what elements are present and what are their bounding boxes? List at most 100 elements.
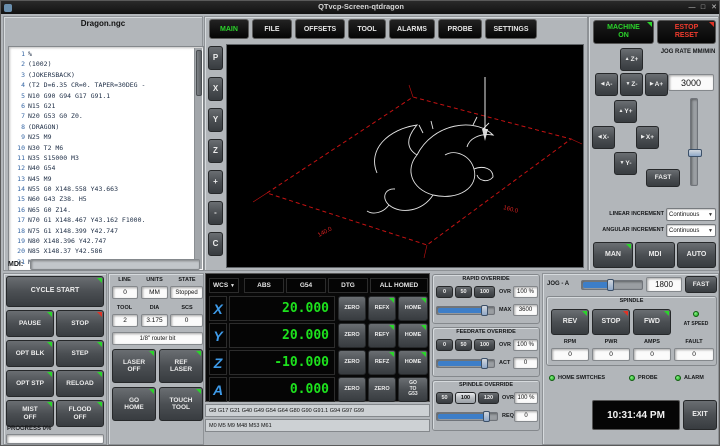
touch-tool-button[interactable]: TOUCH TOOL bbox=[159, 387, 203, 421]
gcode-line[interactable]: 4 (T2 D=6.35 CR=0. TAPER=30DEG - bbox=[11, 80, 195, 90]
maximize-icon[interactable]: □ bbox=[698, 3, 708, 13]
gcode-line[interactable]: 18 N75 G1 X148.399 Y42.747 bbox=[11, 226, 195, 236]
zero-y-button[interactable]: ZERO bbox=[338, 323, 366, 348]
jog-a-plus-button[interactable]: ▶A+ bbox=[645, 73, 668, 96]
zero-a-button[interactable]: ZERO bbox=[338, 377, 366, 402]
gcode-line[interactable]: 11 N35 S15000 M3 bbox=[11, 153, 195, 163]
angular-increment-select[interactable]: Continuous▼ bbox=[666, 224, 716, 237]
home-y-button[interactable]: HOME bbox=[398, 323, 428, 348]
stop-button[interactable]: STOP bbox=[56, 310, 104, 337]
jog-x-minus-button[interactable]: ◀X- bbox=[592, 126, 615, 149]
feedrate-override-slider[interactable] bbox=[436, 359, 495, 368]
cycle-start-button[interactable]: CYCLE START bbox=[6, 276, 104, 307]
tab-settings[interactable]: SETTINGS bbox=[485, 19, 537, 39]
optional-block-button[interactable]: OPT BLK bbox=[6, 340, 54, 367]
jog-rate-slider[interactable] bbox=[690, 98, 698, 186]
gcode-scrollbar-handle[interactable] bbox=[196, 50, 202, 96]
go-home-button[interactable]: GO HOME bbox=[112, 387, 156, 421]
mode-auto-button[interactable]: AUTO bbox=[677, 242, 716, 268]
gcode-line[interactable]: 5 N10 G90 G94 G17 G91.1 bbox=[11, 91, 195, 101]
zero-z-button[interactable]: ZERO bbox=[338, 350, 366, 375]
jog-a-slider[interactable] bbox=[581, 280, 643, 290]
gcode-line[interactable]: 1 % bbox=[11, 49, 195, 59]
jog-z-minus-button[interactable]: ▼Z- bbox=[620, 73, 643, 96]
rapid-preset-0[interactable]: 0 bbox=[436, 286, 453, 298]
view-button-perspective[interactable]: P bbox=[208, 46, 223, 70]
feed-preset-0[interactable]: 0 bbox=[436, 339, 453, 351]
abs-button[interactable]: ABS bbox=[244, 278, 284, 293]
tab-file[interactable]: FILE bbox=[252, 19, 292, 39]
gcode-line[interactable]: 19 N80 X148.396 Y42.747 bbox=[11, 236, 195, 246]
spindle-preset-120[interactable]: 120 bbox=[478, 392, 499, 404]
gcode-line[interactable]: 20 N85 X148.37 Y42.586 bbox=[11, 246, 195, 256]
mist-button[interactable]: MIST OFF bbox=[6, 400, 54, 427]
jog-rate-slider-handle[interactable] bbox=[688, 149, 702, 157]
gcode-line[interactable]: 14 N55 G0 X148.558 Y43.663 bbox=[11, 184, 195, 194]
spindle-override-slider-handle[interactable] bbox=[483, 411, 490, 422]
step-button[interactable]: STEP bbox=[56, 340, 104, 367]
ref-x-button[interactable]: REFX bbox=[368, 296, 396, 321]
gremlin-3d-preview[interactable]: 140.0 160.0 bbox=[226, 44, 584, 268]
close-icon[interactable]: ✕ bbox=[709, 3, 719, 13]
clear-view-button[interactable]: C bbox=[208, 232, 223, 256]
zoom-out-button[interactable]: - bbox=[208, 201, 223, 225]
dtg-button[interactable]: DTG bbox=[328, 278, 368, 293]
gcode-line[interactable]: 13 N45 M9 bbox=[11, 174, 195, 184]
gcode-line[interactable]: 3 (JOKERSBACK) bbox=[11, 70, 195, 80]
jog-fast-button[interactable]: FAST bbox=[646, 169, 680, 187]
rapid-override-slider-handle[interactable] bbox=[481, 305, 488, 316]
tab-main[interactable]: MAIN bbox=[209, 19, 249, 39]
zero-x-button[interactable]: ZERO bbox=[338, 296, 366, 321]
go-to-g53-button[interactable]: GO TO G53 bbox=[398, 377, 428, 402]
rapid-preset-100[interactable]: 100 bbox=[474, 286, 495, 298]
jog-a-minus-button[interactable]: ◀A- bbox=[595, 73, 618, 96]
gcode-line[interactable]: 8 (DRAGON) bbox=[11, 122, 195, 132]
mdi-input[interactable] bbox=[30, 259, 200, 270]
minimize-icon[interactable]: — bbox=[687, 3, 697, 13]
gcode-line[interactable]: 12 N40 G54 bbox=[11, 163, 195, 173]
gcode-viewer[interactable]: 1 % 2 (1002) 3 (JOKERSBACK) 4 bbox=[8, 46, 204, 271]
zoom-in-button[interactable]: + bbox=[208, 170, 223, 194]
feed-preset-100[interactable]: 100 bbox=[474, 339, 495, 351]
spindle-preset-50[interactable]: 50 bbox=[436, 392, 453, 404]
rapid-preset-50[interactable]: 50 bbox=[455, 286, 472, 298]
tab-tool[interactable]: TOOL bbox=[348, 19, 386, 39]
linear-increment-select[interactable]: Continuous▼ bbox=[666, 208, 716, 221]
tab-alarms[interactable]: ALARMS bbox=[389, 19, 435, 39]
view-button-x[interactable]: X bbox=[208, 77, 223, 101]
wcs-dropdown[interactable]: WCS ▼ bbox=[209, 278, 239, 293]
home-z-button[interactable]: HOME bbox=[398, 350, 428, 375]
view-button-y[interactable]: Y bbox=[208, 108, 223, 132]
gcode-line[interactable]: 17 N70 G1 X148.467 Y43.162 F1000. bbox=[11, 215, 195, 225]
jog-a-slider-handle[interactable] bbox=[607, 279, 614, 291]
gcode-line[interactable]: 7 N20 G53 G0 Z0. bbox=[11, 111, 195, 121]
estop-reset-button[interactable]: ESTOP RESET bbox=[657, 20, 716, 44]
jog-x-plus-button[interactable]: ▶X+ bbox=[636, 126, 659, 149]
machine-on-button[interactable]: MACHINE ON bbox=[593, 20, 654, 44]
spindle-fwd-button[interactable]: FWD bbox=[633, 309, 671, 335]
spindle-stop-button[interactable]: STOP bbox=[592, 309, 630, 335]
ref-y-button[interactable]: REFY bbox=[368, 323, 396, 348]
gcode-line[interactable]: 15 N60 G43 Z38. H5 bbox=[11, 194, 195, 204]
gcode-line[interactable]: 9 N25 M9 bbox=[11, 132, 195, 142]
rapid-override-slider[interactable] bbox=[436, 306, 495, 315]
home-x-button[interactable]: HOME bbox=[398, 296, 428, 321]
spindle-rev-button[interactable]: REV bbox=[551, 309, 589, 335]
title-bar[interactable]: QTvcp-Screen-qtdragon — □ ✕ bbox=[1, 1, 720, 14]
reload-button[interactable]: RELOAD bbox=[56, 370, 104, 397]
jog-a-fast-button[interactable]: FAST bbox=[685, 276, 717, 293]
zero-a2-button[interactable]: ZERO bbox=[368, 377, 396, 402]
mode-mdi-button[interactable]: MDI bbox=[635, 242, 675, 268]
pause-button[interactable]: PAUSE bbox=[6, 310, 54, 337]
spindle-override-slider[interactable] bbox=[436, 412, 498, 421]
g54-button[interactable]: G54 bbox=[286, 278, 326, 293]
mode-man-button[interactable]: MAN bbox=[593, 242, 633, 268]
jog-y-plus-button[interactable]: ▲Y+ bbox=[614, 100, 637, 123]
gcode-line[interactable]: 2 (1002) bbox=[11, 59, 195, 69]
gcode-line[interactable]: 10 N30 T2 M6 bbox=[11, 143, 195, 153]
tab-probe[interactable]: PROBE bbox=[438, 19, 482, 39]
ref-laser-button[interactable]: REF LASER bbox=[159, 349, 203, 383]
feed-preset-50[interactable]: 50 bbox=[455, 339, 472, 351]
ref-z-button[interactable]: REFZ bbox=[368, 350, 396, 375]
tab-offsets[interactable]: OFFSETS bbox=[295, 19, 345, 39]
